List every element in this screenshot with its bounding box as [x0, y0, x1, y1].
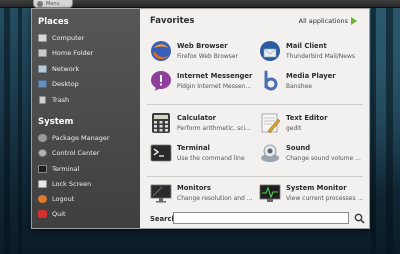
app-terminal[interactable]: Terminal Use the command line [150, 141, 262, 169]
monitors-icon [150, 184, 172, 203]
sidebar-item-label: Control Center [52, 149, 100, 157]
menu-sidebar: Places Computer Home Folder Network Desk… [32, 9, 140, 228]
sidebar-item-label: Home Folder [52, 49, 94, 57]
arrow-right-icon [351, 17, 357, 25]
background-tree [371, 0, 376, 254]
app-monitors[interactable]: Monitors Change resolution and ... [150, 181, 262, 209]
app-calculator[interactable]: Calculator Perform arithmetic, sci... [150, 111, 262, 139]
app-description: Change resolution and ... [177, 195, 253, 202]
thunderbird-icon [260, 41, 280, 61]
app-name: Sound [286, 144, 311, 152]
sidebar-item-package-manager[interactable]: Package Manager [38, 132, 110, 144]
system-monitor-icon [259, 184, 281, 202]
sidebar-item-control-center[interactable]: Control Center [38, 147, 99, 159]
sidebar-item-network[interactable]: Network [38, 63, 79, 75]
calculator-icon [152, 113, 170, 133]
app-description: Banshee [286, 83, 312, 90]
all-applications-button[interactable]: All applications [299, 17, 357, 25]
sidebar-item-label: Computer [52, 34, 85, 42]
app-sound[interactable]: Sound Change sound volume ... [259, 141, 371, 169]
logout-icon [38, 195, 47, 203]
app-description: gedit [286, 125, 302, 132]
background-tree [386, 0, 393, 254]
search-icon[interactable] [354, 213, 365, 224]
sidebar-item-label: Network [52, 65, 80, 73]
pidgin-icon [151, 71, 171, 91]
app-description: Use the command line [177, 155, 245, 162]
sidebar-item-quit[interactable]: Quit [38, 208, 66, 220]
lock-screen-icon [38, 180, 47, 188]
app-name: Internet Messenger [177, 72, 253, 80]
top-panel: Menu [0, 0, 400, 8]
sidebar-item-computer[interactable]: Computer [38, 32, 84, 44]
sidebar-item-label: Trash [52, 96, 70, 104]
sidebar-item-terminal[interactable]: Terminal [38, 163, 79, 175]
sidebar-item-label: Logout [52, 195, 75, 203]
app-name: Media Player [286, 72, 336, 80]
app-name: Calculator [177, 114, 216, 122]
app-name: System Monitor [286, 184, 347, 192]
terminal-icon [38, 165, 47, 173]
app-name: Text Editor [286, 114, 328, 122]
sidebar-item-label: Desktop [52, 80, 79, 88]
app-web-browser[interactable]: Web Browser Firefox Web Browser [150, 39, 262, 67]
quit-icon [38, 210, 47, 218]
terminal-icon [150, 144, 172, 162]
app-description: Perform arithmetic, sci... [177, 125, 251, 132]
app-text-editor[interactable]: Text Editor gedit [259, 111, 371, 139]
system-heading: System [38, 117, 74, 127]
background-tree [4, 0, 10, 254]
app-name: Monitors [177, 184, 211, 192]
home-folder-icon [38, 49, 47, 57]
package-manager-icon [38, 134, 47, 142]
sound-icon [261, 144, 279, 162]
banshee-icon [264, 70, 278, 91]
app-media-player[interactable]: Media Player Banshee [259, 69, 371, 97]
firefox-icon [151, 41, 171, 61]
app-internet-messenger[interactable]: Internet Messenger Pidgin Internet Messe… [150, 69, 262, 97]
text-editor-icon [261, 113, 281, 134]
favorites-panel: Favorites All applications Web Browser F… [141, 9, 369, 228]
trash-icon [39, 96, 46, 104]
application-menu: Places Computer Home Folder Network Desk… [31, 8, 370, 229]
menu-button-label: Menu [46, 0, 60, 7]
places-heading: Places [38, 17, 69, 27]
sidebar-item-label: Package Manager [52, 134, 110, 142]
control-center-icon [38, 149, 47, 157]
app-description: Thunderbird Mail/News [286, 53, 356, 60]
menu-button[interactable]: Menu [33, 0, 73, 8]
sidebar-item-label: Lock Screen [52, 180, 92, 188]
app-description: Pidgin Internet Messen... [177, 83, 252, 90]
app-mail-client[interactable]: Mail Client Thunderbird Mail/News [259, 39, 371, 67]
favorites-heading: Favorites [150, 16, 195, 26]
search-input[interactable] [173, 212, 349, 224]
desktop-icon [38, 80, 47, 88]
sidebar-item-trash[interactable]: Trash [38, 94, 69, 106]
sidebar-item-home-folder[interactable]: Home Folder [38, 47, 93, 59]
app-system-monitor[interactable]: System Monitor View current processes ..… [259, 181, 371, 209]
sidebar-item-label: Quit [52, 210, 66, 218]
sidebar-item-label: Terminal [52, 165, 80, 173]
sidebar-item-logout[interactable]: Logout [38, 193, 74, 205]
separator [147, 104, 363, 105]
network-icon [38, 65, 47, 73]
separator [147, 176, 363, 177]
app-name: Web Browser [177, 42, 228, 50]
sidebar-item-desktop[interactable]: Desktop [38, 78, 79, 90]
app-description: View current processes ... [286, 195, 364, 202]
sidebar-item-lock-screen[interactable]: Lock Screen [38, 178, 91, 190]
app-description: Change sound volume ... [286, 155, 361, 162]
app-description: Firefox Web Browser [177, 53, 239, 60]
app-name: Terminal [177, 144, 210, 152]
background-tree [18, 0, 22, 254]
menu-logo-icon [37, 0, 43, 7]
app-name: Mail Client [286, 42, 327, 50]
all-applications-label: All applications [298, 17, 348, 25]
computer-icon [38, 34, 47, 42]
